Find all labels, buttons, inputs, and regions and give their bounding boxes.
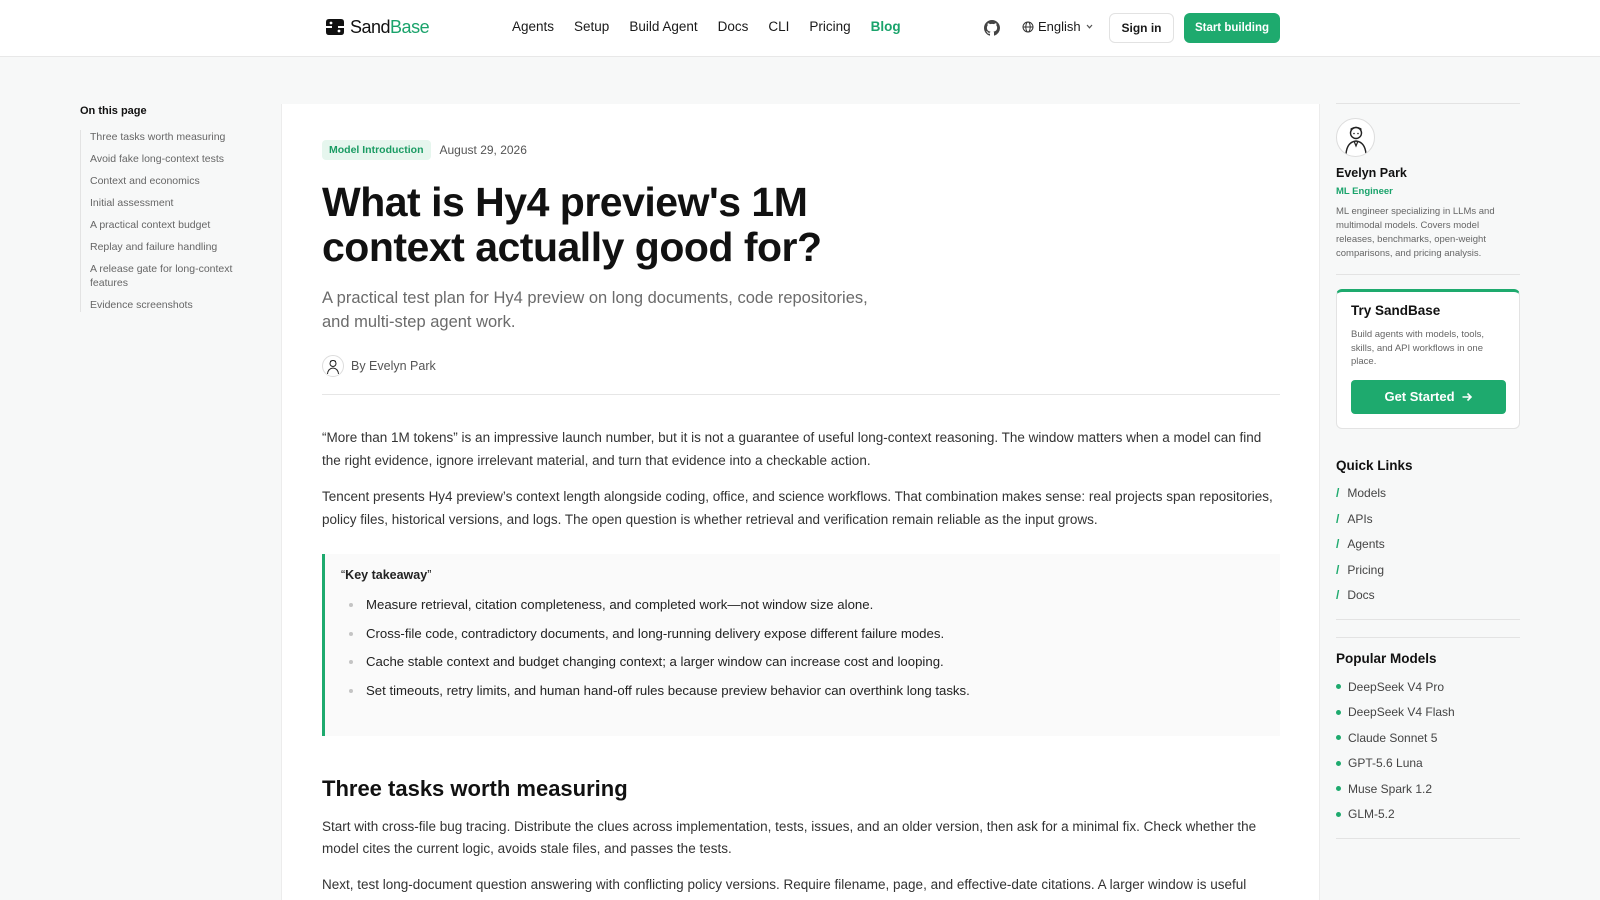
- toc-item[interactable]: Evidence screenshots: [90, 298, 270, 312]
- nav-pricing[interactable]: Pricing: [809, 19, 850, 34]
- main-nav: Agents Setup Build Agent Docs CLI Pricin…: [512, 19, 901, 34]
- toc-item[interactable]: Replay and failure handling: [90, 240, 270, 254]
- table-of-contents: On this page Three tasks worth measuring…: [80, 105, 270, 320]
- right-sidebar: Evelyn Park ML Engineer ML engineer spec…: [1336, 103, 1520, 839]
- toc-list: Three tasks worth measuring Avoid fake l…: [80, 130, 270, 312]
- popular-model-item[interactable]: Muse Spark 1.2: [1336, 776, 1520, 802]
- bullet-dot-icon: [1336, 786, 1341, 792]
- article-subtitle: A practical test plan for Hy4 preview on…: [322, 289, 868, 331]
- byline-text[interactable]: By Evelyn Park: [351, 359, 436, 373]
- divider: [1336, 274, 1520, 275]
- toc-item[interactable]: Initial assessment: [90, 196, 270, 210]
- github-icon[interactable]: [984, 20, 1000, 36]
- globe-icon: [1022, 21, 1034, 32]
- nav-agents[interactable]: Agents: [512, 19, 554, 34]
- article-container: Model Introduction August 29, 2026 What …: [281, 104, 1320, 900]
- slash-icon: /: [1336, 486, 1340, 501]
- logo-icon: [326, 19, 344, 35]
- get-started-label: Get Started: [1384, 389, 1455, 404]
- sign-in-button[interactable]: Sign in: [1109, 13, 1174, 43]
- popular-model-item[interactable]: DeepSeek V4 Flash: [1336, 700, 1520, 726]
- article-paragraph: Tencent presents Hy4 preview’s context l…: [322, 489, 1273, 527]
- quick-links-list: / Models / APIs / Agents / Pricing / Docs: [1336, 481, 1520, 609]
- quick-link-docs[interactable]: / Docs: [1336, 583, 1520, 609]
- bullet-dot-icon: [1336, 811, 1341, 817]
- takeaway-item: Cross-file code, contradictory documents…: [341, 625, 1264, 643]
- slash-icon: /: [1336, 537, 1340, 552]
- toc-title: On this page: [80, 105, 147, 117]
- quick-link-apis[interactable]: / APIs: [1336, 506, 1520, 532]
- toc-item[interactable]: Three tasks worth measuring: [90, 130, 270, 144]
- article-paragraph: Start with cross-file bug tracing. Distr…: [322, 819, 1257, 856]
- article-paragraph: Next, test long-document question answer…: [322, 877, 1247, 892]
- takeaway-list: Measure retrieval, citation completeness…: [341, 596, 1264, 700]
- divider: [1336, 103, 1520, 104]
- popular-model-item[interactable]: GPT-5.6 Luna: [1336, 751, 1520, 777]
- bullet-dot-icon: [1336, 760, 1341, 766]
- byline: By Evelyn Park: [322, 355, 1280, 377]
- divider: [322, 394, 1280, 395]
- divider: [1336, 637, 1520, 638]
- arrow-right-icon: [1462, 392, 1472, 401]
- takeaway-item: Set timeouts, retry limits, and human ha…: [341, 682, 1264, 700]
- bullet-dot-icon: [1336, 709, 1341, 715]
- key-takeaway-title: “Key takeaway”: [341, 568, 432, 582]
- logo-text: SandBase: [350, 16, 430, 37]
- try-sandbase-card: Try SandBase Build agents with models, t…: [1336, 289, 1520, 429]
- author-bio: ML engineer specializing in LLMs and mul…: [1336, 206, 1495, 259]
- try-card-title: Try SandBase: [1351, 303, 1441, 318]
- quick-link-pricing[interactable]: / Pricing: [1336, 557, 1520, 583]
- nav-blog[interactable]: Blog: [871, 19, 901, 34]
- divider: [1336, 619, 1520, 620]
- author-avatar-small: [322, 355, 344, 377]
- key-takeaway-callout: “Key takeaway” Measure retrieval, citati…: [322, 554, 1280, 736]
- popular-model-item[interactable]: Claude Sonnet 5: [1336, 725, 1520, 751]
- takeaway-item: Cache stable context and budget changing…: [341, 653, 1264, 671]
- slash-icon: /: [1336, 511, 1340, 526]
- language-selector[interactable]: English: [1022, 19, 1094, 34]
- try-card-description: Build agents with models, tools, skills,…: [1351, 329, 1485, 367]
- author-role: ML Engineer: [1336, 186, 1393, 197]
- toc-item[interactable]: A release gate for long-context features: [90, 262, 270, 290]
- quick-links-title: Quick Links: [1336, 457, 1413, 473]
- takeaway-item: Measure retrieval, citation completeness…: [341, 596, 1264, 614]
- section-heading: Three tasks worth measuring: [322, 776, 628, 801]
- popular-models-list: DeepSeek V4 Pro DeepSeek V4 Flash Claude…: [1336, 674, 1520, 827]
- article-title: What is Hy4 preview's 1M context actuall…: [322, 179, 822, 270]
- category-tag[interactable]: Model Introduction: [322, 140, 431, 160]
- get-started-button[interactable]: Get Started: [1351, 379, 1506, 414]
- top-header: SandBase Agents Setup Build Agent Docs C…: [0, 0, 1600, 57]
- toc-item[interactable]: Avoid fake long-context tests: [90, 152, 270, 166]
- divider: [1336, 838, 1520, 839]
- author-name[interactable]: Evelyn Park: [1336, 166, 1520, 180]
- quick-link-agents[interactable]: / Agents: [1336, 532, 1520, 558]
- logo[interactable]: SandBase: [324, 16, 430, 38]
- quick-link-models[interactable]: / Models: [1336, 481, 1520, 507]
- start-building-button[interactable]: Start building: [1184, 13, 1280, 43]
- popular-model-item[interactable]: GLM-5.2: [1336, 802, 1520, 828]
- slash-icon: /: [1336, 588, 1340, 603]
- bullet-dot-icon: [1336, 684, 1341, 690]
- article-paragraph: “More than 1M tokens” is an impressive l…: [322, 430, 1262, 468]
- publish-date: August 29, 2026: [439, 143, 527, 157]
- language-label: English: [1038, 19, 1081, 34]
- nav-setup[interactable]: Setup: [574, 19, 609, 34]
- nav-cli[interactable]: CLI: [768, 19, 789, 34]
- popular-models-title: Popular Models: [1336, 651, 1437, 666]
- author-avatar[interactable]: [1336, 118, 1375, 157]
- popular-model-item[interactable]: DeepSeek V4 Pro: [1336, 674, 1520, 700]
- article-meta: Model Introduction August 29, 2026: [322, 140, 1280, 160]
- chevron-down-icon: [1086, 24, 1093, 29]
- nav-build-agent[interactable]: Build Agent: [629, 19, 697, 34]
- toc-item[interactable]: A practical context budget: [90, 218, 270, 232]
- slash-icon: /: [1336, 562, 1340, 577]
- toc-item[interactable]: Context and economics: [90, 174, 270, 188]
- bullet-dot-icon: [1336, 735, 1341, 741]
- nav-docs[interactable]: Docs: [718, 19, 749, 34]
